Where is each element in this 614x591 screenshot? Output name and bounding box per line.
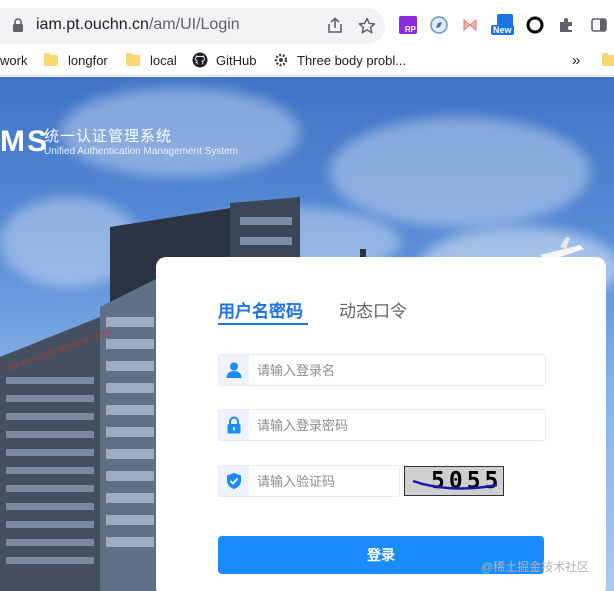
bookmark-label: GitHub xyxy=(216,52,257,68)
overflow-label: » xyxy=(572,51,581,69)
captcha-field[interactable] xyxy=(218,465,400,497)
login-card: 用户名密码 动态口令 5055 登录 xyxy=(156,257,606,591)
new-badge: New xyxy=(491,25,514,35)
bookmarks-bar: work longfor local GitHub Three body pro… xyxy=(0,44,614,76)
record-extension-icon[interactable] xyxy=(524,14,546,36)
system-title-cn: 统一认证管理系统 xyxy=(44,128,173,145)
extensions-puzzle-icon[interactable] xyxy=(555,14,577,36)
address-bar[interactable]: iam.pt.ouchn.cn/am/UI/Login xyxy=(0,8,385,44)
bookmark-github[interactable]: GitHub xyxy=(192,50,256,70)
compass-extension-icon[interactable] xyxy=(428,14,450,36)
browser-toolbar: iam.pt.ouchn.cn/am/UI/Login RP New xyxy=(0,0,614,44)
bookmark-work[interactable]: work xyxy=(0,50,27,70)
tab-dynamic-token[interactable]: 动态口令 xyxy=(339,297,407,322)
bow-extension-icon[interactable] xyxy=(459,14,481,36)
folder-icon xyxy=(44,52,58,66)
username-input[interactable] xyxy=(257,361,527,379)
folder-icon xyxy=(126,52,140,66)
system-logo: MS xyxy=(0,125,49,158)
bookmark-longfor[interactable]: longfor xyxy=(44,50,108,70)
watermark: @稀土掘金技术社区 xyxy=(481,560,590,574)
username-field[interactable] xyxy=(218,354,546,386)
password-field[interactable] xyxy=(218,409,546,441)
tab-username-password[interactable]: 用户名密码 xyxy=(218,297,303,322)
gear-icon xyxy=(274,53,288,67)
captcha-noise-line xyxy=(412,479,498,490)
github-icon xyxy=(192,52,208,68)
new-extension-icon[interactable]: New xyxy=(490,14,518,36)
bookmark-label: longfor xyxy=(68,52,108,68)
star-icon[interactable] xyxy=(357,16,377,36)
padlock-icon xyxy=(219,410,249,440)
bookmark-three-body[interactable]: Three body probl... xyxy=(273,50,406,70)
lock-icon[interactable] xyxy=(12,18,24,32)
bookmark-local[interactable]: local xyxy=(126,50,177,70)
folder-icon xyxy=(602,52,614,66)
user-icon xyxy=(219,355,249,385)
axure-rp-extension-icon[interactable]: RP xyxy=(397,14,419,36)
rp-label: RP xyxy=(404,25,416,34)
shield-check-icon xyxy=(219,466,249,496)
bookmark-label: local xyxy=(150,52,177,68)
side-panel-icon[interactable] xyxy=(588,14,610,36)
captcha-input[interactable] xyxy=(257,472,387,490)
password-input[interactable] xyxy=(257,416,527,434)
captcha-image[interactable]: 5055 xyxy=(404,466,504,496)
share-icon[interactable] xyxy=(325,16,345,36)
system-title-en: Unified Authentication Management System xyxy=(44,146,238,157)
url-text[interactable]: iam.pt.ouchn.cn/am/UI/Login xyxy=(36,16,240,34)
active-tab-indicator xyxy=(218,323,308,325)
bookmark-label: Three body probl... xyxy=(297,52,407,68)
bookmark-folder-edge[interactable] xyxy=(602,50,614,70)
bookmarks-overflow-chevron[interactable]: » xyxy=(572,50,580,70)
bookmark-label: work xyxy=(0,52,28,68)
